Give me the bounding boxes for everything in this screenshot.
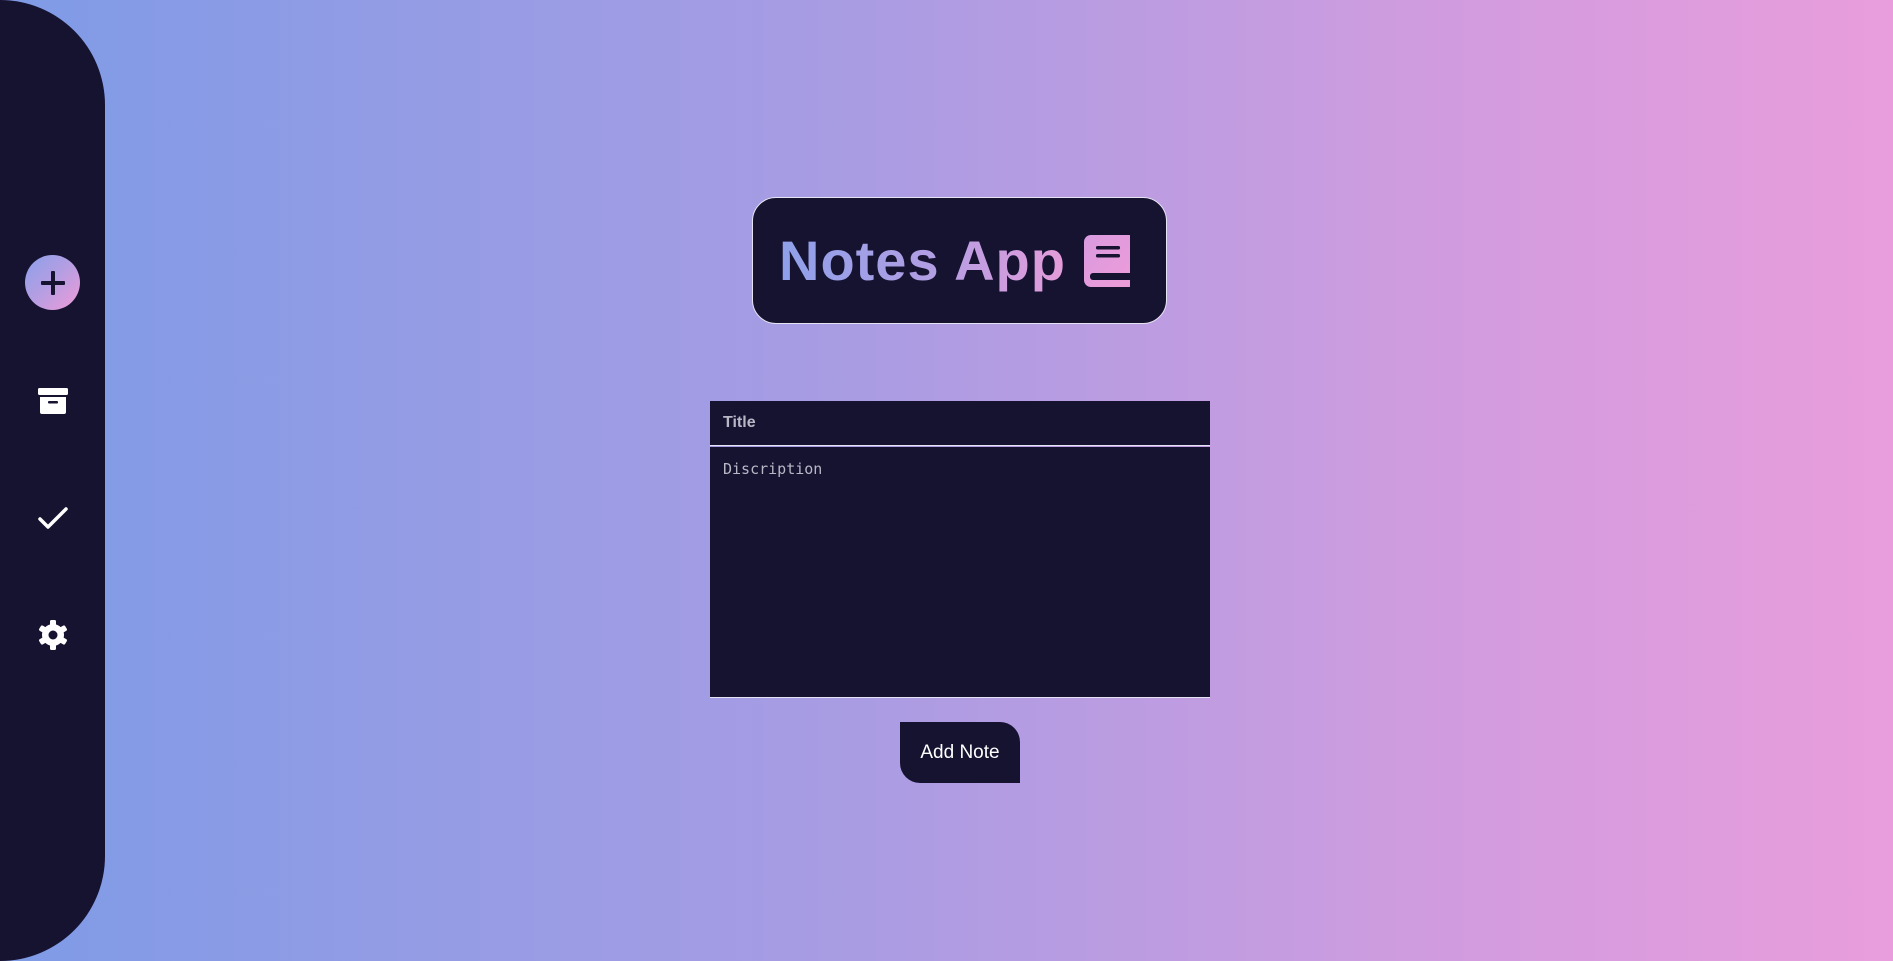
archive-nav-button[interactable] <box>25 373 80 428</box>
completed-nav-button[interactable] <box>25 490 80 545</box>
book-icon <box>1083 234 1130 287</box>
note-form <box>710 401 1210 698</box>
add-note-nav-button[interactable] <box>25 255 80 310</box>
title-input[interactable] <box>710 401 1210 446</box>
description-textarea[interactable] <box>710 447 1210 698</box>
app-header: Notes App <box>752 197 1167 324</box>
sidebar <box>0 0 105 961</box>
plus-icon <box>40 270 65 295</box>
settings-nav-button[interactable] <box>25 607 80 662</box>
archive-box-icon <box>37 387 68 414</box>
add-note-button[interactable]: Add Note <box>900 722 1020 783</box>
checkmark-icon <box>37 506 68 529</box>
app-title: Notes App <box>779 229 1066 292</box>
gear-icon <box>38 619 67 650</box>
